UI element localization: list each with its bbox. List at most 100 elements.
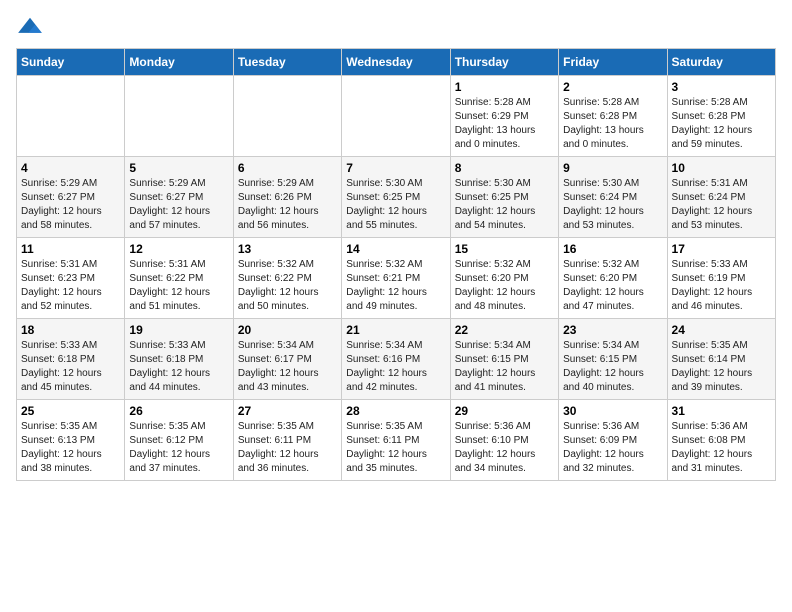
calendar-cell: 17 Sunrise: 5:33 AM Sunset: 6:19 PM Dayli…: [667, 238, 775, 319]
day-number: 13: [238, 242, 337, 256]
day-info: Sunrise: 5:32 AM Sunset: 6:20 PM Dayligh…: [455, 258, 554, 314]
day-number: 20: [238, 323, 337, 337]
calendar-cell: 11Sunrise: 5:31 AM Sunset: 6:23 PM Dayli…: [17, 238, 125, 319]
calendar-cell: 21 Sunrise: 5:34 AM Sunset: 6:16 PM Dayli…: [342, 319, 450, 400]
calendar-week-row: 11Sunrise: 5:31 AM Sunset: 6:23 PM Dayli…: [17, 238, 776, 319]
day-info: Sunrise: 5:36 AM Sunset: 6:08 PM Dayligh…: [672, 420, 771, 476]
calendar-cell: 20 Sunrise: 5:34 AM Sunset: 6:17 PM Dayli…: [233, 319, 341, 400]
day-number: 1: [455, 80, 554, 94]
day-number: 18: [21, 323, 120, 337]
day-info: Sunrise: 5:29 AM Sunset: 6:27 PM Dayligh…: [129, 177, 228, 233]
day-number: 9: [563, 161, 662, 175]
header-wednesday: Wednesday: [342, 49, 450, 76]
calendar-cell: 12 Sunrise: 5:31 AM Sunset: 6:22 PM Dayli…: [125, 238, 233, 319]
day-info: Sunrise: 5:34 AM Sunset: 6:17 PM Dayligh…: [238, 339, 337, 395]
day-info: Sunrise: 5:32 AM Sunset: 6:20 PM Dayligh…: [563, 258, 662, 314]
day-number: 3: [672, 80, 771, 94]
calendar-cell: 18Sunrise: 5:33 AM Sunset: 6:18 PM Dayli…: [17, 319, 125, 400]
header-friday: Friday: [559, 49, 667, 76]
calendar-week-row: 25 Sunrise: 5:35 AM Sunset: 6:13 PM Dayli…: [17, 400, 776, 481]
calendar-cell: 29 Sunrise: 5:36 AM Sunset: 6:10 PM Dayli…: [450, 400, 558, 481]
day-info: Sunrise: 5:36 AM Sunset: 6:10 PM Dayligh…: [455, 420, 554, 476]
calendar-cell: 30 Sunrise: 5:36 AM Sunset: 6:09 PM Dayli…: [559, 400, 667, 481]
day-number: 27: [238, 404, 337, 418]
day-number: 15: [455, 242, 554, 256]
day-number: 28: [346, 404, 445, 418]
day-number: 29: [455, 404, 554, 418]
calendar-cell: 1 Sunrise: 5:28 AM Sunset: 6:29 PM Daylig…: [450, 76, 558, 157]
calendar-cell: [17, 76, 125, 157]
day-number: 30: [563, 404, 662, 418]
header-sunday: Sunday: [17, 49, 125, 76]
calendar-cell: [342, 76, 450, 157]
day-info: Sunrise: 5:35 AM Sunset: 6:12 PM Dayligh…: [129, 420, 228, 476]
page-header: [16, 16, 776, 38]
calendar-cell: 25 Sunrise: 5:35 AM Sunset: 6:13 PM Dayli…: [17, 400, 125, 481]
day-info: Sunrise: 5:29 AM Sunset: 6:26 PM Dayligh…: [238, 177, 337, 233]
calendar-cell: 4 Sunrise: 5:29 AM Sunset: 6:27 PM Daylig…: [17, 157, 125, 238]
day-info: Sunrise: 5:28 AM Sunset: 6:28 PM Dayligh…: [563, 96, 662, 152]
calendar-cell: 28 Sunrise: 5:35 AM Sunset: 6:11 PM Dayli…: [342, 400, 450, 481]
day-info: Sunrise: 5:29 AM Sunset: 6:27 PM Dayligh…: [21, 177, 120, 233]
day-info: Sunrise: 5:32 AM Sunset: 6:21 PM Dayligh…: [346, 258, 445, 314]
calendar-cell: [233, 76, 341, 157]
day-number: 12: [129, 242, 228, 256]
calendar-cell: 8 Sunrise: 5:30 AM Sunset: 6:25 PM Daylig…: [450, 157, 558, 238]
header-thursday: Thursday: [450, 49, 558, 76]
calendar-cell: 5 Sunrise: 5:29 AM Sunset: 6:27 PM Daylig…: [125, 157, 233, 238]
day-number: 23: [563, 323, 662, 337]
day-number: 14: [346, 242, 445, 256]
day-number: 10: [672, 161, 771, 175]
day-number: 4: [21, 161, 120, 175]
calendar-cell: 3 Sunrise: 5:28 AM Sunset: 6:28 PM Daylig…: [667, 76, 775, 157]
calendar-cell: 2 Sunrise: 5:28 AM Sunset: 6:28 PM Daylig…: [559, 76, 667, 157]
day-number: 19: [129, 323, 228, 337]
calendar-cell: 15 Sunrise: 5:32 AM Sunset: 6:20 PM Dayli…: [450, 238, 558, 319]
calendar-week-row: 4 Sunrise: 5:29 AM Sunset: 6:27 PM Daylig…: [17, 157, 776, 238]
calendar-cell: [125, 76, 233, 157]
calendar-cell: 7Sunrise: 5:30 AM Sunset: 6:25 PM Daylig…: [342, 157, 450, 238]
day-info: Sunrise: 5:35 AM Sunset: 6:11 PM Dayligh…: [346, 420, 445, 476]
day-info: Sunrise: 5:34 AM Sunset: 6:15 PM Dayligh…: [455, 339, 554, 395]
header-monday: Monday: [125, 49, 233, 76]
day-number: 22: [455, 323, 554, 337]
day-number: 8: [455, 161, 554, 175]
day-info: Sunrise: 5:30 AM Sunset: 6:25 PM Dayligh…: [455, 177, 554, 233]
calendar-cell: 13Sunrise: 5:32 AM Sunset: 6:22 PM Dayli…: [233, 238, 341, 319]
header-tuesday: Tuesday: [233, 49, 341, 76]
day-number: 21: [346, 323, 445, 337]
calendar-week-row: 18 Sunrise: 5:33 AM Sunset: 6:18 PM Dayli…: [17, 319, 776, 400]
calendar-cell: 27 Sunrise: 5:35 AM Sunset: 6:11 PM Dayli…: [233, 400, 341, 481]
calendar-header-row: SundayMondayTuesdayWednesdayThursdayFrid…: [17, 49, 776, 76]
day-number: 25: [21, 404, 120, 418]
calendar-cell: 22 Sunrise: 5:34 AM Sunset: 6:15 PM Dayli…: [450, 319, 558, 400]
day-number: 5: [129, 161, 228, 175]
calendar-cell: 26Sunrise: 5:35 AM Sunset: 6:12 PM Dayli…: [125, 400, 233, 481]
calendar-cell: 10Sunrise: 5:31 AM Sunset: 6:24 PM Dayli…: [667, 157, 775, 238]
day-info: Sunrise: 5:28 AM Sunset: 6:28 PM Dayligh…: [672, 96, 771, 152]
day-info: Sunrise: 5:35 AM Sunset: 6:13 PM Dayligh…: [21, 420, 120, 476]
day-info: Sunrise: 5:33 AM Sunset: 6:18 PM Dayligh…: [129, 339, 228, 395]
day-info: Sunrise: 5:30 AM Sunset: 6:24 PM Dayligh…: [563, 177, 662, 233]
calendar-cell: 14 Sunrise: 5:32 AM Sunset: 6:21 PM Dayli…: [342, 238, 450, 319]
day-info: Sunrise: 5:31 AM Sunset: 6:22 PM Dayligh…: [129, 258, 228, 314]
day-number: 6: [238, 161, 337, 175]
day-info: Sunrise: 5:35 AM Sunset: 6:11 PM Dayligh…: [238, 420, 337, 476]
calendar-cell: 24Sunrise: 5:35 AM Sunset: 6:14 PM Dayli…: [667, 319, 775, 400]
logo: [16, 16, 48, 38]
day-number: 17: [672, 242, 771, 256]
calendar-table: SundayMondayTuesdayWednesdayThursdayFrid…: [16, 48, 776, 481]
day-number: 11: [21, 242, 120, 256]
day-info: Sunrise: 5:36 AM Sunset: 6:09 PM Dayligh…: [563, 420, 662, 476]
day-info: Sunrise: 5:34 AM Sunset: 6:15 PM Dayligh…: [563, 339, 662, 395]
day-info: Sunrise: 5:28 AM Sunset: 6:29 PM Dayligh…: [455, 96, 554, 152]
logo-icon: [16, 16, 44, 38]
day-info: Sunrise: 5:33 AM Sunset: 6:19 PM Dayligh…: [672, 258, 771, 314]
day-number: 24: [672, 323, 771, 337]
calendar-week-row: 1 Sunrise: 5:28 AM Sunset: 6:29 PM Daylig…: [17, 76, 776, 157]
calendar-cell: 16Sunrise: 5:32 AM Sunset: 6:20 PM Dayli…: [559, 238, 667, 319]
day-number: 7: [346, 161, 445, 175]
day-number: 2: [563, 80, 662, 94]
calendar-cell: 31Sunrise: 5:36 AM Sunset: 6:08 PM Dayli…: [667, 400, 775, 481]
day-info: Sunrise: 5:34 AM Sunset: 6:16 PM Dayligh…: [346, 339, 445, 395]
